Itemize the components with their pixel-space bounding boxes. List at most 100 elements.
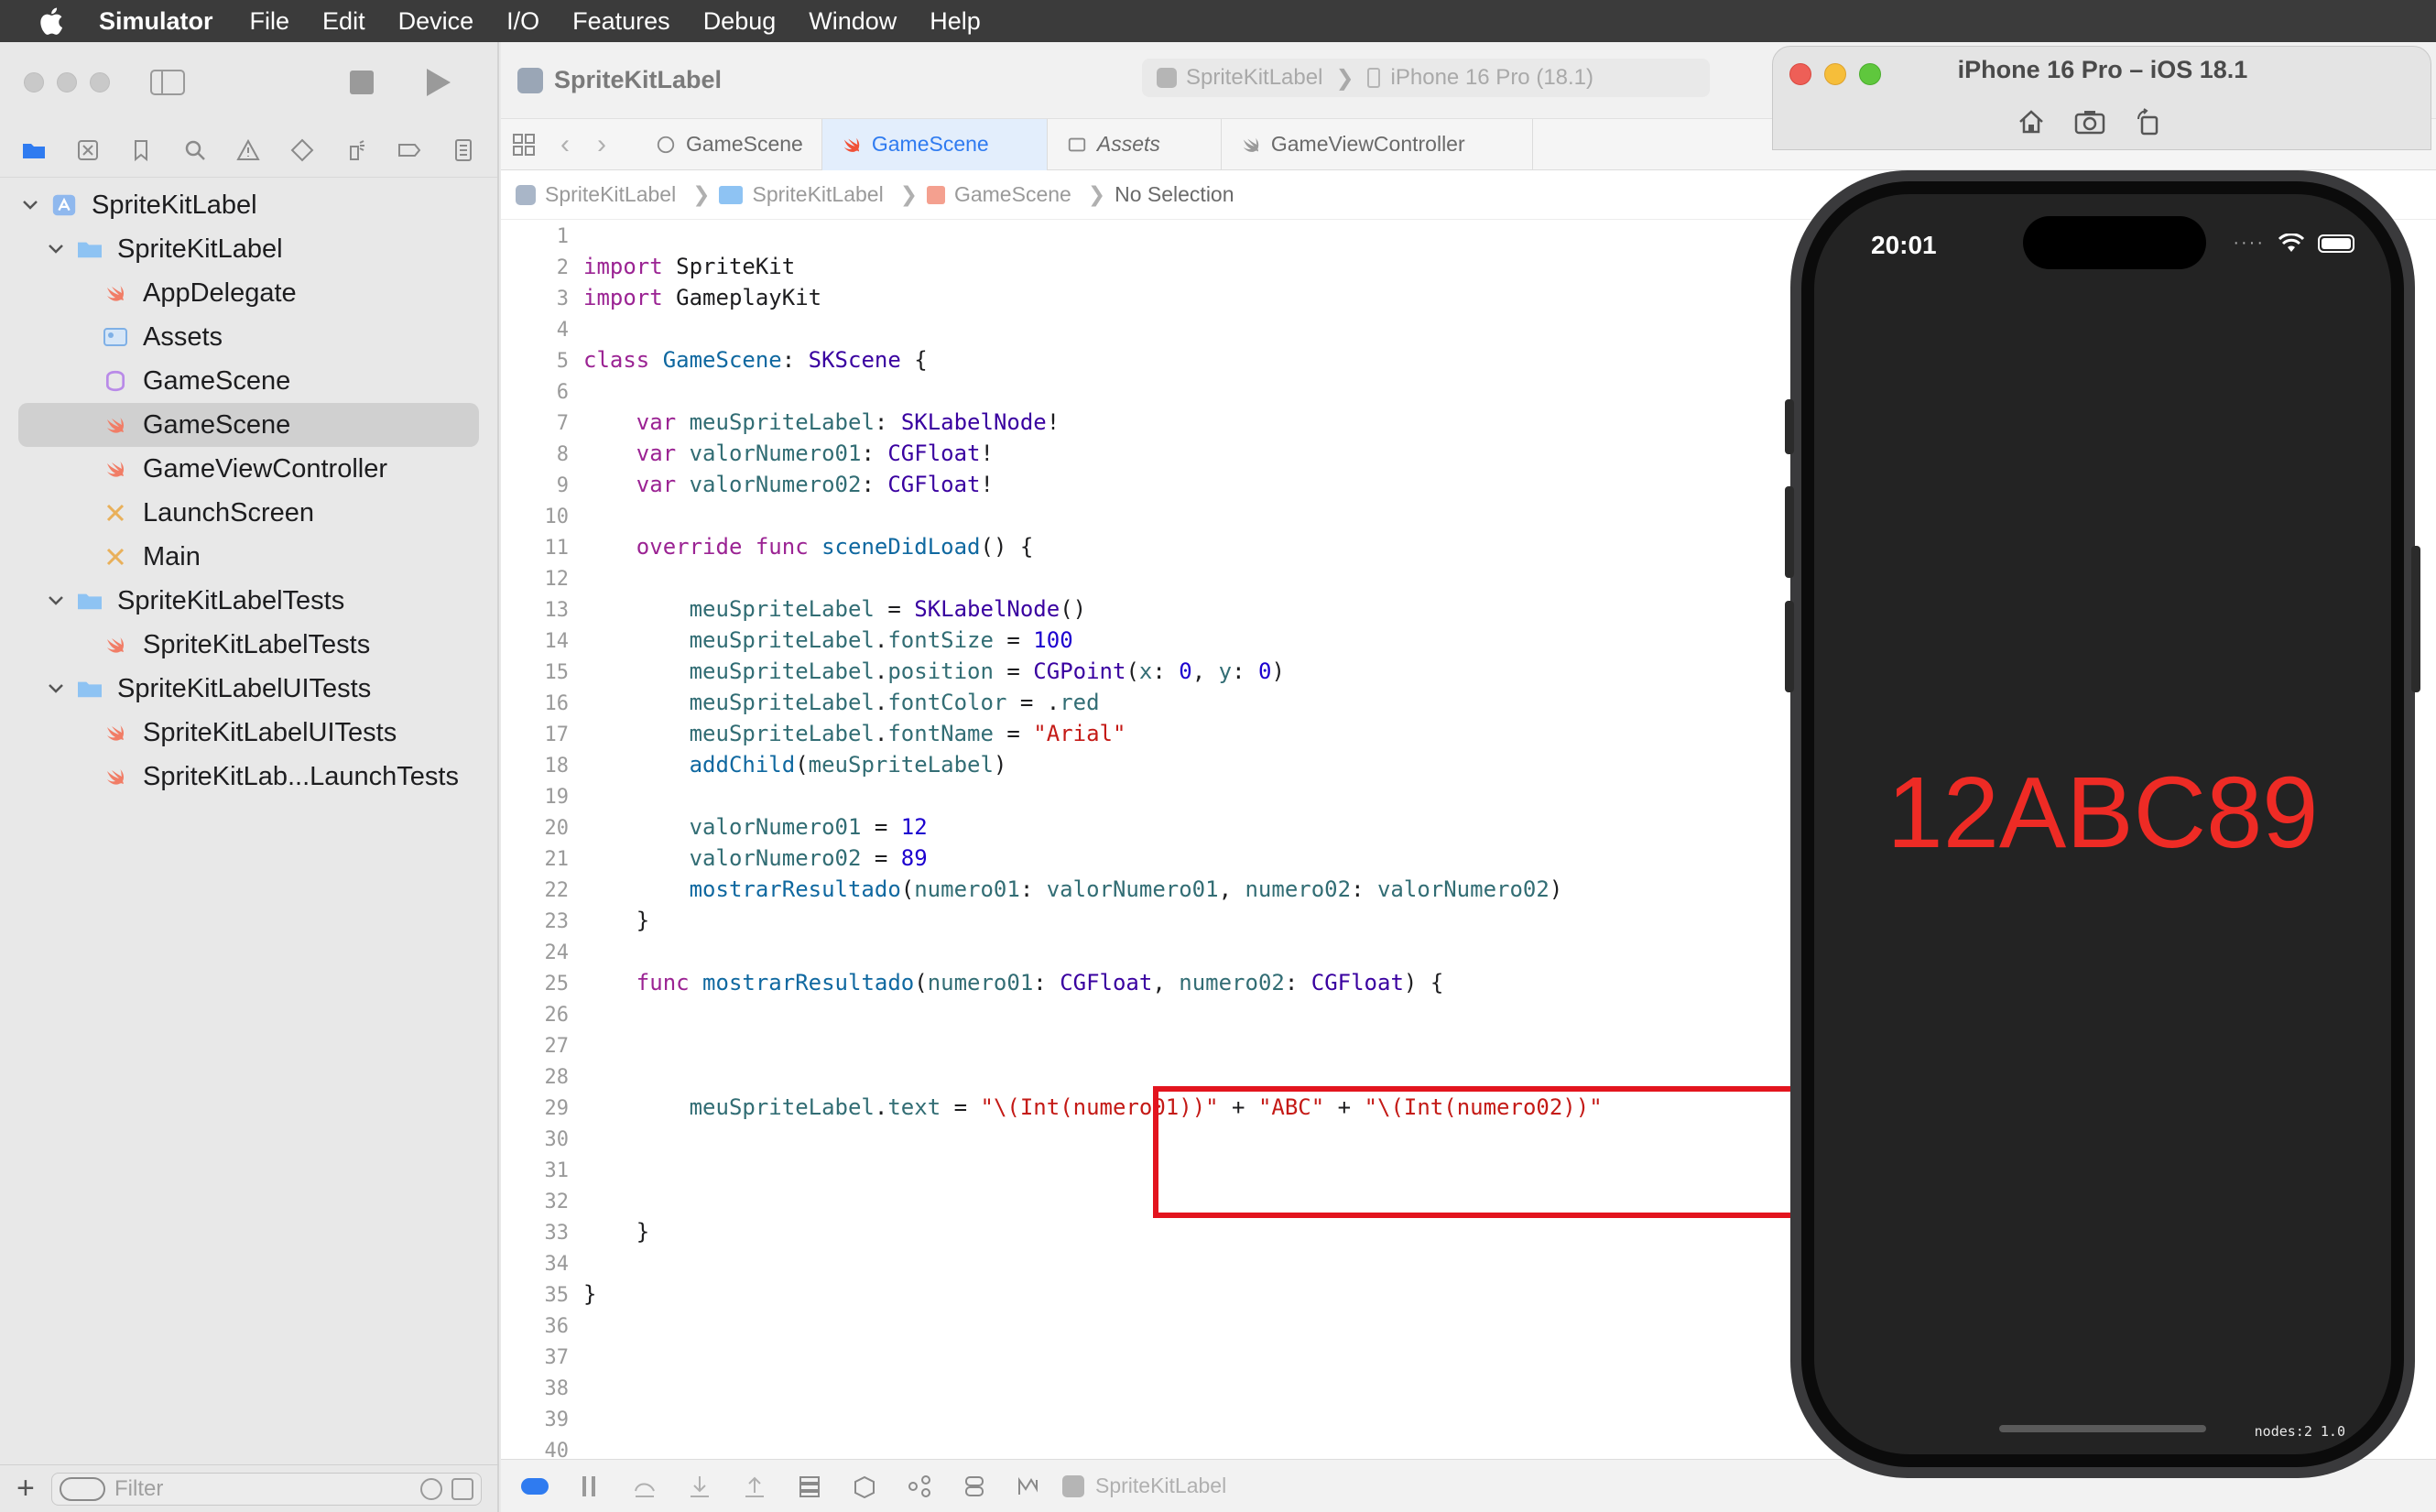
navigator-item[interactable]: SpriteKitLabelTests (0, 623, 497, 667)
forward-icon[interactable]: › (583, 129, 620, 160)
apple-logo-icon[interactable] (24, 0, 77, 42)
disclosure-chevron-icon[interactable] (20, 195, 40, 215)
navigator-item[interactable]: AppDelegate (0, 271, 497, 315)
code-line[interactable]: 33 } (501, 1216, 1774, 1247)
menu-window[interactable]: Window (792, 0, 913, 42)
navigator-item[interactable]: SpriteKitLabel (0, 183, 497, 227)
code-line[interactable]: 17 meuSpriteLabel.fontName = "Arial" (501, 718, 1774, 749)
menu-debug[interactable]: Debug (687, 0, 793, 42)
add-icon[interactable]: + (16, 1471, 35, 1507)
report-icon[interactable] (449, 136, 478, 165)
home-indicator[interactable] (1999, 1425, 2206, 1432)
scheme-selector[interactable]: SpriteKitLabel ❯ iPhone 16 Pro (18.1) (1142, 59, 1710, 97)
tab-gameviewcontroller[interactable]: GameViewController (1222, 118, 1533, 170)
code-line[interactable]: 39 (501, 1403, 1774, 1434)
run-icon[interactable] (427, 69, 451, 96)
disclosure-chevron-icon[interactable] (46, 679, 66, 699)
debug-memory-icon[interactable] (849, 1471, 880, 1502)
navigator-item[interactable]: GameViewController (0, 447, 497, 491)
test-diamond-icon[interactable] (288, 136, 317, 165)
filter-field[interactable]: Filter (51, 1472, 482, 1506)
step-out-icon[interactable] (739, 1471, 770, 1502)
navigator-item[interactable]: GameScene (0, 359, 497, 403)
menu-app-name[interactable]: Simulator (77, 0, 234, 42)
breadcrumb-folder[interactable]: SpriteKitLabel (719, 182, 884, 207)
code-line[interactable]: 5 class GameScene: SKScene { (501, 344, 1774, 375)
disclosure-chevron-icon[interactable] (46, 591, 66, 611)
toggle-sidebar-icon[interactable] (150, 70, 185, 95)
screenshot-icon[interactable] (2072, 103, 2108, 140)
code-line[interactable]: 10 (501, 500, 1774, 531)
code-line[interactable]: 16 meuSpriteLabel.fontColor = .red (501, 687, 1774, 718)
step-into-icon[interactable] (684, 1471, 715, 1502)
back-icon[interactable]: ‹ (547, 129, 583, 160)
step-over-icon[interactable] (629, 1471, 660, 1502)
source-control-icon[interactable] (73, 136, 103, 165)
menu-device[interactable]: Device (382, 0, 491, 42)
breadcrumb-project[interactable]: SpriteKitLabel (516, 182, 676, 207)
recent-files-icon[interactable] (420, 1477, 442, 1500)
breadcrumb-selection[interactable]: No Selection (1115, 182, 1234, 207)
code-line[interactable]: 21 valorNumero02 = 89 (501, 843, 1774, 874)
navigator-item[interactable]: Main (0, 535, 497, 579)
navigator-item[interactable]: Assets (0, 315, 497, 359)
menu-file[interactable]: File (234, 0, 307, 42)
code-line[interactable]: 9 var valorNumero02: CGFloat! (501, 469, 1774, 500)
code-line[interactable]: 22 mostrarResultado(numero01: valorNumer… (501, 874, 1774, 905)
volume-down-button[interactable] (1785, 601, 1794, 692)
console-toggle-icon[interactable] (519, 1471, 550, 1502)
breadcrumb-file[interactable]: GameScene (926, 182, 1071, 207)
code-line[interactable]: 26 (501, 998, 1774, 1029)
warning-icon[interactable] (234, 136, 263, 165)
code-line[interactable]: 37 (501, 1341, 1774, 1372)
code-editor[interactable]: 1 2 import SpriteKit 3 import GameplayKit 4 5 c… (501, 220, 1774, 1465)
bookmark-icon[interactable] (126, 136, 156, 165)
stop-icon[interactable] (350, 71, 374, 94)
code-line[interactable]: 20 valorNumero01 = 12 (501, 811, 1774, 843)
menu-edit[interactable]: Edit (306, 0, 382, 42)
navigator-item[interactable]: SpriteKitLab...LaunchTests (0, 755, 497, 799)
grid-icon[interactable] (501, 119, 547, 170)
code-line[interactable]: 18 addChild(meuSpriteLabel) (501, 749, 1774, 780)
breakpoint-icon[interactable] (395, 136, 424, 165)
code-line[interactable]: 27 (501, 1029, 1774, 1061)
navigator-item[interactable]: SpriteKitLabelUITests (0, 667, 497, 711)
zoom-window-button[interactable] (90, 72, 110, 92)
code-line[interactable]: 1 (501, 220, 1774, 251)
code-line[interactable]: 3 import GameplayKit (501, 282, 1774, 313)
code-line[interactable]: 13 meuSpriteLabel = SKLabelNode() (501, 593, 1774, 625)
code-line[interactable]: 23 } (501, 905, 1774, 936)
close-window-button[interactable] (24, 72, 44, 92)
code-line[interactable]: 34 (501, 1247, 1774, 1278)
code-line[interactable]: 8 var valorNumero01: CGFloat! (501, 438, 1774, 469)
navigator-item[interactable]: SpriteKitLabel (0, 227, 497, 271)
home-icon[interactable] (2013, 103, 2050, 140)
disclosure-chevron-icon[interactable] (46, 239, 66, 259)
menu-io[interactable]: I/O (490, 0, 556, 42)
tab-gamescene-sks[interactable]: GameScene (636, 118, 822, 170)
filter-options-icon[interactable] (60, 1476, 105, 1501)
debug-view-hierarchy-icon[interactable] (794, 1471, 825, 1502)
code-line[interactable]: 25 func mostrarResultado(numero01: CGFlo… (501, 967, 1774, 998)
code-line[interactable]: 2 import SpriteKit (501, 251, 1774, 282)
code-line[interactable]: 6 (501, 375, 1774, 407)
navigator-item[interactable]: SpriteKitLabelTests (0, 579, 497, 623)
menu-help[interactable]: Help (913, 0, 997, 42)
simulate-location-icon[interactable] (959, 1471, 990, 1502)
code-line[interactable]: 11 override func sceneDidLoad() { (501, 531, 1774, 562)
rotate-icon[interactable] (2130, 103, 2167, 140)
menu-features[interactable]: Features (556, 0, 687, 42)
navigator-item[interactable]: LaunchScreen (0, 491, 497, 535)
code-line[interactable]: 4 (501, 313, 1774, 344)
debug-spray-icon[interactable] (342, 136, 371, 165)
navigator-item[interactable]: GameScene (18, 403, 479, 447)
code-line[interactable]: 36 (501, 1310, 1774, 1341)
pause-icon[interactable] (574, 1471, 605, 1502)
code-line[interactable]: 38 (501, 1372, 1774, 1403)
code-line[interactable]: 15 meuSpriteLabel.position = CGPoint(x: … (501, 656, 1774, 687)
metal-capture-icon[interactable] (1014, 1471, 1045, 1502)
power-button[interactable] (2411, 546, 2420, 692)
environment-overrides-icon[interactable] (904, 1471, 935, 1502)
tab-assets[interactable]: Assets (1048, 118, 1222, 170)
device-screen[interactable]: 20:01 ···· 12ABC89 nodes:2 1.0 (1814, 194, 2391, 1454)
